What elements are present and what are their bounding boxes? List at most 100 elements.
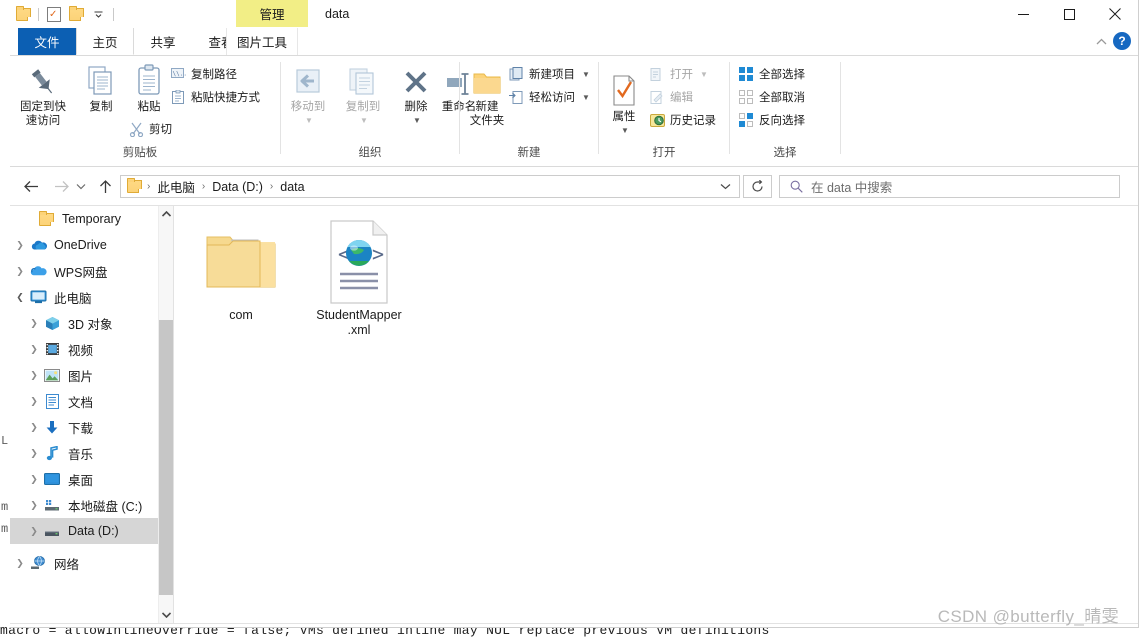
breadcrumb-separator[interactable]: ›	[197, 181, 210, 192]
sidebar-item-documents[interactable]: ❯ 文档	[10, 388, 158, 414]
ribbon-separator-5	[840, 62, 841, 154]
new-folder-button[interactable]: 新建 文件夹	[460, 60, 514, 128]
file-list[interactable]: com < > StudentMapper .xml	[174, 206, 1138, 623]
sidebar-item-network[interactable]: ❯ 网络	[10, 550, 158, 576]
copy-label: 复制	[89, 101, 113, 113]
tab-share[interactable]: 共享	[134, 28, 192, 55]
copy-to-button[interactable]: 复制到 ▼	[336, 60, 390, 128]
chevron-right-icon[interactable]: ❯	[26, 344, 42, 355]
sidebar-item-videos[interactable]: ❯ 视频	[10, 336, 158, 362]
qat-properties-icon[interactable]: ✓	[43, 3, 65, 25]
invert-selection-icon	[738, 112, 754, 128]
chevron-right-icon[interactable]: ❯	[12, 240, 28, 251]
contextual-tab-label[interactable]: 管理	[236, 0, 308, 27]
help-icon[interactable]: ?	[1113, 32, 1131, 50]
easy-access-button[interactable]: 轻松访问 ▼	[508, 87, 590, 107]
chevron-right-icon[interactable]: ❯	[26, 448, 42, 459]
svg-text:>: >	[372, 242, 384, 266]
address-bar[interactable]: › 此电脑 › Data (D:) › data	[120, 175, 740, 198]
move-to-dropdown-icon[interactable]: ▼	[305, 114, 313, 128]
recent-locations-button[interactable]	[72, 173, 90, 199]
chevron-right-icon[interactable]: ❯	[12, 558, 28, 569]
sidebar-label-music: 音乐	[68, 447, 94, 462]
sidebar-item-this-pc[interactable]: ❮ 此电脑	[10, 284, 158, 310]
qat-new-folder-icon[interactable]	[65, 3, 87, 25]
paste-shortcut-button[interactable]: 粘贴快捷方式	[170, 87, 260, 107]
ribbon-group-organize: 移动到 ▼ 复制到 ▼ 删除 ▼ 组织	[281, 56, 476, 164]
collapse-ribbon-icon[interactable]	[1093, 34, 1109, 50]
up-button[interactable]	[92, 173, 118, 199]
chevron-down-icon[interactable]: ❮	[12, 292, 28, 303]
close-button[interactable]	[1092, 0, 1138, 28]
sidebar-item-temporary[interactable]: Temporary	[10, 206, 158, 232]
tab-picture-tools[interactable]: 图片工具	[226, 28, 298, 55]
pin-to-quick-access-button[interactable]: 固定到快 速访问	[16, 60, 70, 128]
navigation-scroll-thumb[interactable]	[159, 320, 174, 595]
sidebar-item-music[interactable]: ❯ 音乐	[10, 440, 158, 466]
invert-selection-button[interactable]: 反向选择	[738, 110, 805, 130]
sidebar-label-wps-cloud: WPS网盘	[54, 265, 108, 280]
maximize-button[interactable]	[1046, 0, 1092, 28]
copy-button[interactable]: 复制	[74, 60, 128, 114]
pin-label-line2: 速访问	[25, 115, 61, 127]
minimize-button[interactable]	[1000, 0, 1046, 28]
chevron-right-icon[interactable]: ❯	[12, 266, 28, 277]
pin-icon	[28, 60, 58, 98]
properties-dropdown-icon[interactable]: ▼	[621, 124, 629, 138]
breadcrumb-data[interactable]: data	[278, 180, 306, 194]
back-button[interactable]	[18, 173, 44, 199]
new-item-dropdown-icon[interactable]: ▼	[582, 70, 590, 79]
cut-label: 剪切	[149, 124, 172, 136]
edit-button[interactable]: 编辑	[649, 87, 693, 107]
cut-button[interactable]: 剪切	[128, 119, 172, 139]
history-button[interactable]: 历史记录	[649, 110, 716, 130]
chevron-right-icon[interactable]: ❯	[26, 526, 42, 537]
list-item[interactable]: com	[188, 216, 294, 323]
breadcrumb-this-pc[interactable]: 此电脑	[155, 177, 197, 196]
qat-customize-dropdown-icon[interactable]	[87, 3, 109, 25]
sidebar-label-local-disk-c: 本地磁盘 (C:)	[68, 499, 143, 514]
list-item-label-ext: .xml	[347, 323, 371, 337]
address-dropdown-button[interactable]	[710, 175, 740, 198]
sidebar-label-this-pc: 此电脑	[54, 291, 92, 306]
sidebar-item-onedrive[interactable]: ❯ OneDrive	[10, 232, 158, 258]
select-all-button[interactable]: 全部选择	[738, 64, 805, 84]
chevron-right-icon[interactable]: ❯	[26, 318, 42, 329]
tab-file[interactable]: 文件	[18, 28, 76, 55]
sidebar-item-desktop[interactable]: ❯ 桌面	[10, 466, 158, 492]
chevron-right-icon[interactable]: ❯	[26, 474, 42, 485]
delete-dropdown-icon[interactable]: ▼	[413, 114, 421, 128]
breadcrumb-data-d[interactable]: Data (D:)	[210, 180, 265, 194]
list-item[interactable]: < > StudentMapper .xml	[306, 216, 412, 338]
chevron-right-icon[interactable]: ❯	[26, 422, 42, 433]
paste-icon	[134, 60, 164, 98]
sidebar-item-downloads[interactable]: ❯ 下载	[10, 414, 158, 440]
select-none-button[interactable]: 全部取消	[738, 87, 805, 107]
open-button[interactable]: 打开 ▼	[649, 64, 708, 84]
sidebar-item-3d-objects[interactable]: ❯ 3D 对象	[10, 310, 158, 336]
breadcrumb-separator[interactable]: ›	[265, 181, 278, 192]
sidebar-item-wps-cloud[interactable]: ❯ WPS网盘	[10, 258, 158, 284]
sidebar-item-pictures[interactable]: ❯ 图片	[10, 362, 158, 388]
refresh-button[interactable]	[743, 175, 772, 198]
chevron-right-icon[interactable]: ❯	[26, 500, 42, 511]
properties-icon	[610, 70, 638, 108]
navigation-scrollbar[interactable]	[158, 206, 174, 623]
paste-button[interactable]: 粘贴	[122, 60, 176, 114]
search-box[interactable]: 在 data 中搜索	[779, 175, 1120, 198]
move-to-button[interactable]: 移动到 ▼	[281, 60, 335, 128]
scroll-up-arrow-icon[interactable]	[159, 206, 174, 222]
sidebar-item-local-disk-c[interactable]: ❯ 本地磁盘 (C:)	[10, 492, 158, 518]
properties-button[interactable]: 属性 ▼	[597, 70, 651, 138]
copy-to-dropdown-icon[interactable]: ▼	[360, 114, 368, 128]
chevron-right-icon[interactable]: ❯	[26, 396, 42, 407]
tab-home[interactable]: 主页	[76, 28, 134, 55]
easy-access-dropdown-icon[interactable]: ▼	[582, 93, 590, 102]
copy-path-button[interactable]: \\.. 复制路径	[170, 64, 237, 84]
qat-folder-icon[interactable]	[12, 3, 34, 25]
open-dropdown-icon[interactable]: ▼	[700, 70, 708, 79]
chevron-right-icon[interactable]: ❯	[26, 370, 42, 381]
new-item-button[interactable]: 新建项目 ▼	[508, 64, 590, 84]
sidebar-item-data-d[interactable]: ❯ Data (D:)	[10, 518, 158, 544]
scroll-down-arrow-icon[interactable]	[159, 607, 174, 623]
